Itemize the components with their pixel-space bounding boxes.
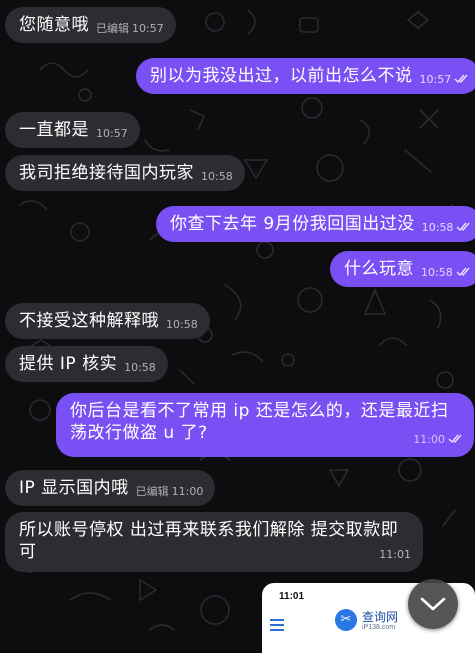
message-meta: 10:58 <box>166 318 198 332</box>
message-bubble-incoming[interactable]: 您随意哦 已编辑 10:57 <box>5 7 176 43</box>
double-check-icon <box>456 222 470 232</box>
message-text: 提供 IP 核实 <box>19 354 118 374</box>
message-text: 我司拒绝接待国内玩家 <box>19 163 194 183</box>
site-logo-icon: ✂ <box>335 609 357 631</box>
message-time: 10:58 <box>421 266 453 279</box>
message-time: 11:01 <box>379 548 411 561</box>
site-domain: iP138.com <box>362 624 396 631</box>
message-time: 10:57 <box>132 22 164 35</box>
message-text: 你查下去年 9月份我回国出过没 <box>170 214 415 234</box>
message-time: 10:58 <box>124 361 156 374</box>
hamburger-menu-icon[interactable] <box>270 619 284 631</box>
message-time: 11:00 <box>413 433 445 446</box>
message-time: 10:57 <box>419 73 452 86</box>
message-text: 你后台是看不了常用 ip 还是怎么的，还是最近扫荡改行做盗 u 了? <box>70 401 449 443</box>
message-time: 10:58 <box>201 170 233 183</box>
message-bubble-outgoing[interactable]: 什么玩意 10:58 <box>330 251 475 287</box>
message-text: 所以账号停权 出过再来联系我们解除 提交取款即可 <box>19 520 399 562</box>
message-time: 10:58 <box>166 318 198 331</box>
message-bubble-outgoing[interactable]: 别以为我没出过，以前出怎么不说 10:57 <box>136 58 475 94</box>
message-bubble-incoming[interactable]: 一直都是 10:57 <box>5 112 140 148</box>
message-text: 不接受这种解释哦 <box>19 311 159 331</box>
message-list[interactable]: 您随意哦 已编辑 10:57 别以为我没出过，以前出怎么不说 10:57 一直都是 10… <box>0 0 475 648</box>
double-check-icon <box>448 434 462 444</box>
message-bubble-outgoing[interactable]: 你后台是看不了常用 ip 还是怎么的，还是最近扫荡改行做盗 u 了? 11:00 <box>56 393 474 457</box>
message-text: IP 显示国内哦 <box>19 478 129 498</box>
message-meta: 已编辑 10:57 <box>96 22 164 36</box>
edited-label: 已编辑 <box>96 22 129 35</box>
chevron-down-icon <box>420 597 446 611</box>
message-meta: 10:58 <box>421 266 470 280</box>
double-check-icon <box>456 267 470 277</box>
message-text: 什么玩意 <box>344 259 414 279</box>
message-meta: 已编辑 11:00 <box>136 485 204 499</box>
edited-label: 已编辑 <box>135 485 169 498</box>
site-name: 查询网 <box>362 610 399 624</box>
message-meta: 10:58 <box>124 361 156 375</box>
message-bubble-incoming[interactable]: 提供 IP 核实 10:58 <box>5 346 168 382</box>
message-meta: 10:58 <box>422 221 471 235</box>
message-time: 10:58 <box>421 221 454 234</box>
double-check-icon <box>454 74 468 84</box>
message-meta: 11:01 <box>379 544 411 566</box>
message-bubble-incoming[interactable]: 所以账号停权 出过再来联系我们解除 提交取款即可 11:01 <box>5 512 423 572</box>
message-bubble-incoming[interactable]: 不接受这种解释哦 10:58 <box>5 303 210 339</box>
message-text: 别以为我没出过，以前出怎么不说 <box>150 66 413 86</box>
message-bubble-incoming[interactable]: IP 显示国内哦 已编辑 11:00 <box>5 470 216 506</box>
message-bubble-outgoing[interactable]: 你查下去年 9月份我回国出过没 10:58 <box>156 206 475 242</box>
message-meta: 11:00 <box>413 429 462 451</box>
scroll-down-button[interactable] <box>408 579 458 629</box>
message-text: 您随意哦 <box>19 15 89 35</box>
message-meta: 10:57 <box>420 73 469 87</box>
message-meta: 10:58 <box>201 170 233 184</box>
message-time: 11:00 <box>171 485 204 498</box>
message-text: 一直都是 <box>19 120 89 140</box>
message-time: 10:57 <box>96 127 128 140</box>
message-bubble-incoming[interactable]: 我司拒绝接待国内玩家 10:58 <box>5 155 245 191</box>
preview-status-time: 11:01 <box>279 591 305 602</box>
message-meta: 10:57 <box>96 127 128 141</box>
